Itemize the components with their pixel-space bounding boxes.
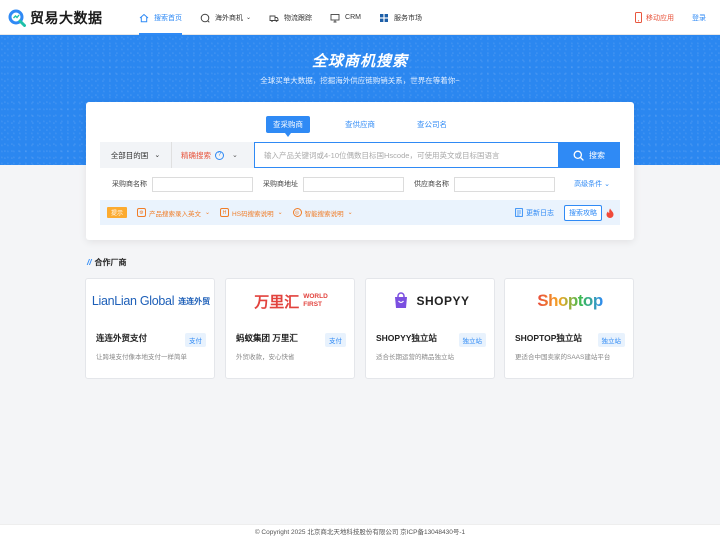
chevron-down-icon: ⌄ [232, 152, 238, 159]
chevron-down-icon: ⌄ [205, 210, 211, 216]
search-input[interactable] [254, 142, 558, 168]
partner-desc: 适合长期运营的精品独立站 [376, 354, 454, 361]
chevron-down-icon: ⌄ [277, 210, 283, 216]
tip-hs-code[interactable]: H HS码搜索说明 ⌄ [220, 208, 283, 218]
help-icon[interactable]: ? [215, 150, 224, 160]
search-card: 查采购商 查供应商 查公司名 全部目的国 ⌄ 精确搜索 ? ⌄ 搜索 采购商名称… [86, 102, 634, 240]
tab-company-name[interactable]: 查公司名 [410, 116, 454, 133]
partner-desc: 让跨境支付像本地支付一样简单 [96, 354, 187, 361]
partner-tag: 独立站 [597, 333, 625, 347]
tip-bar-right: 更新日志 搜索攻略 [515, 204, 620, 221]
tip-smart-search[interactable]: ◎ 智能搜索说明 ⌄ [292, 208, 353, 218]
buyer-address-label: 采购商地址 [263, 181, 298, 188]
phone-icon [635, 12, 642, 23]
home-icon [139, 13, 149, 22]
chevron-down-icon: ⌄ [604, 181, 610, 188]
mobile-app-link[interactable]: 移动应用 [634, 12, 674, 23]
supplier-name-input[interactable] [454, 176, 555, 192]
search-row: 全部目的国 ⌄ 精确搜索 ? ⌄ 搜索 [100, 142, 620, 168]
chevron-down-icon: ⌄ [154, 152, 161, 159]
buyer-address-input[interactable] [303, 176, 404, 192]
login-link[interactable]: 登录 [692, 13, 706, 23]
title-slash-icon: // [87, 258, 92, 267]
partner-tag: 支付 [325, 333, 346, 347]
partner-logo-shopyy: SHOPYY [366, 279, 496, 323]
buyer-name-label: 采购商名称 [112, 181, 147, 188]
nav-item-home[interactable]: 搜索首页 [130, 0, 191, 35]
partner-card-shopyy[interactable]: SHOPYY SHOPYY独立站 独立站 适合长期运营的精品独立站 [365, 278, 495, 379]
tab-suppliers[interactable]: 查供应商 [338, 116, 382, 133]
destination-select[interactable]: 全部目的国 ⌄ [100, 142, 172, 168]
chevron-down-icon: ⌄ [246, 15, 252, 21]
nav-item-overseas[interactable]: 海外商机 ⌄ [191, 0, 260, 35]
hero-subtitle: 全球买单大数据，挖掘海外供应链购销关系，世界在等着你~ [260, 76, 460, 85]
hero-title: 全球商机搜索 [311, 53, 408, 70]
partner-desc: 外贸收款，安心快省 [236, 354, 295, 361]
header-right: 移动应用 登录 [634, 0, 706, 35]
partner-tag: 支付 [185, 333, 206, 347]
logo-magnifier-icon [8, 9, 26, 27]
partners-section-title: // 合作厂商 [87, 258, 127, 267]
search-button[interactable]: 搜索 [558, 142, 620, 168]
partner-name: 蚂蚁集团 万里汇 [236, 333, 298, 343]
partner-card-lianlian[interactable]: LianLian Global 连连外贸 连连外贸支付 支付 让跨境支付像本地支… [85, 278, 215, 379]
grid-icon [379, 13, 388, 22]
tip-badge: 提示 [107, 207, 128, 218]
supplier-name-label: 供应商名称 [414, 181, 449, 188]
partner-tag: 独立站 [458, 333, 486, 347]
nav-item-logistics[interactable]: 物流跟踪 [260, 0, 321, 35]
partner-name: 连连外贸支付 [96, 333, 148, 343]
monitor-icon [330, 13, 340, 22]
document-icon [515, 208, 523, 217]
search-tabs: 查采购商 查供应商 查公司名 [86, 116, 634, 137]
partner-logo-lianlian: LianLian Global 连连外贸 [91, 294, 211, 308]
search-strategy-button[interactable]: 搜索攻略 [564, 204, 602, 221]
flame-icon [606, 208, 614, 218]
partner-desc: 更适合中国卖家的SAAS建站平台 [515, 354, 611, 361]
partner-card-shoptop[interactable]: Shoptop SHOPTOP独立站 独立站 更适合中国卖家的SAAS建站平台 [504, 278, 634, 379]
filter-row: 采购商名称 采购商地址 供应商名称 高级条件 ⌄ [112, 176, 622, 192]
buyer-name-input[interactable] [152, 176, 253, 192]
changelog-link[interactable]: 更新日志 [515, 208, 554, 218]
tab-buyers[interactable]: 查采购商 [266, 116, 310, 137]
nav-item-service-market[interactable]: 服务市场 [370, 0, 431, 35]
advanced-conditions-toggle[interactable]: 高级条件 ⌄ [574, 179, 610, 189]
footer-copyright: © Copyright 2025 北京商北天地科技股份有限公司 京ICP备130… [0, 524, 720, 540]
main-nav: 搜索首页 海外商机 ⌄ 物流跟踪 CRM 服务市场 [130, 0, 431, 35]
truck-icon [269, 15, 279, 22]
top-navbar: 贸易大数据 搜索首页 海外商机 ⌄ 物流跟踪 CRM 服务市场 移动应用 登录 [0, 0, 720, 35]
partner-card-worldfirst[interactable]: 万里汇 WORLD FIRST 蚂蚁集团 万里汇 支付 外贸收款，安心快省 [225, 278, 355, 379]
brand-name: 贸易大数据 [30, 10, 103, 26]
search-icon [573, 150, 584, 161]
hs-code-icon: H [220, 208, 230, 217]
partner-logo-worldfirst: 万里汇 WORLD FIRST [254, 293, 328, 311]
shopping-bag-icon [395, 292, 408, 308]
search-mode-select[interactable]: 精确搜索 ? ⌄ [172, 142, 254, 168]
settings-icon: ⚙ [137, 208, 147, 217]
chevron-down-icon: ⌄ [347, 210, 353, 216]
brand-logo[interactable]: 贸易大数据 [8, 8, 103, 28]
tip-bar: 提示 ⚙ 产品搜索录入英文 ⌄ H HS码搜索说明 ⌄ ◎ 智能搜索说明 ⌄ 更… [100, 200, 620, 225]
nav-item-crm[interactable]: CRM [321, 0, 370, 35]
globe-icon [200, 13, 210, 23]
smart-search-icon: ◎ [292, 208, 302, 217]
partner-name: SHOPYY独立站 [376, 333, 437, 343]
tip-english-input[interactable]: ⚙ 产品搜索录入英文 ⌄ [137, 208, 210, 218]
partner-name: SHOPTOP独立站 [515, 333, 582, 343]
partner-logo-shoptop: Shoptop [537, 291, 603, 310]
